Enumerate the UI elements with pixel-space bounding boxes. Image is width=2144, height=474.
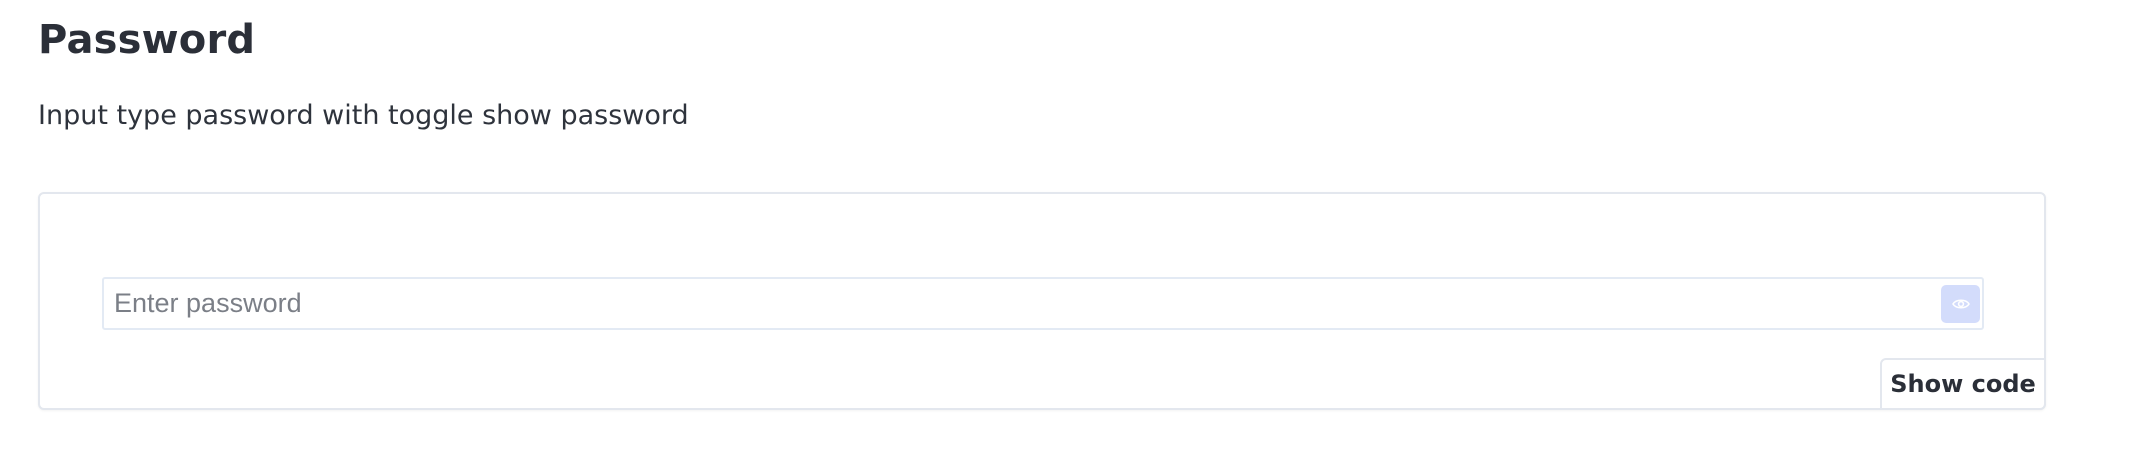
toggle-password-visibility-button[interactable] xyxy=(1941,285,1980,323)
password-field xyxy=(102,277,1984,330)
page-title: Password xyxy=(38,17,256,63)
password-input[interactable] xyxy=(104,279,1924,328)
eye-icon xyxy=(1951,298,1970,310)
page: Password Input type password with toggle… xyxy=(0,0,2144,474)
demo-card: Show code xyxy=(38,192,2046,410)
show-code-button[interactable]: Show code xyxy=(1880,358,2046,410)
page-description: Input type password with toggle show pas… xyxy=(38,100,689,131)
